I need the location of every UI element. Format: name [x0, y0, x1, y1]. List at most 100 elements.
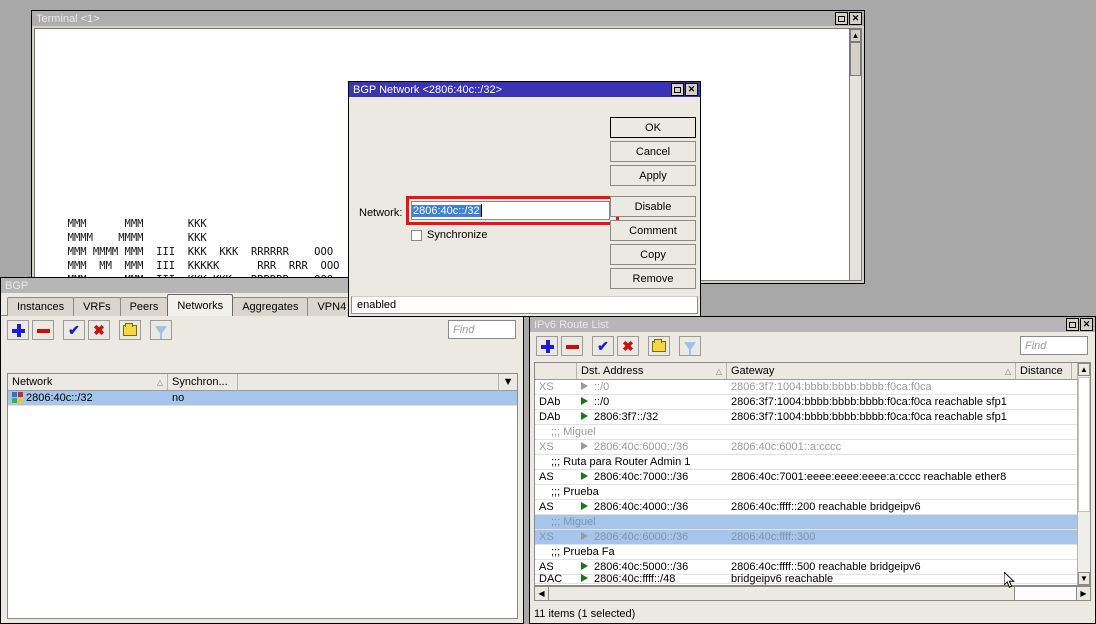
disable-button[interactable]: ✖	[88, 320, 110, 340]
table-row[interactable]: XS2806:40c:6000::/362806:40c:6001::a:ccc…	[535, 440, 1090, 455]
enable-button[interactable]: ✔	[63, 320, 85, 340]
table-row[interactable]: XS::/02806:3f7:1004:bbbb:bbbb:bbbb:f0ca:…	[535, 380, 1090, 395]
filter-button[interactable]	[150, 320, 172, 340]
disable-button[interactable]: Disable	[610, 196, 696, 217]
cross-icon: ✖	[93, 323, 105, 337]
routes-vertical-scrollbar[interactable]: ▲ ▼	[1077, 363, 1090, 585]
bgp-window[interactable]: BGP Instances VRFs Peers Networks Aggreg…	[0, 277, 524, 624]
routes-title: IPv6 Route List	[534, 319, 1066, 331]
network-field-highlight	[406, 196, 619, 225]
bgp-network-dialog[interactable]: BGP Network <2806:40c::/32> ✕ Network: 2…	[348, 81, 701, 317]
table-row[interactable]: AS2806:40c:7000::/362806:40c:7001:eeee:e…	[535, 470, 1090, 485]
comment-row[interactable]: ;;; Miguel	[535, 425, 1090, 440]
cell-gateway: 2806:40c:ffff::200 reachable bridgeipv6	[727, 501, 1034, 513]
tab-vrfs[interactable]: VRFs	[73, 297, 121, 316]
remove-button[interactable]	[32, 320, 54, 340]
sort-ascending-icon: △	[1005, 367, 1011, 376]
chevron-down-icon[interactable]: ▼	[499, 374, 517, 390]
comment-row[interactable]: ;;; Prueba	[535, 485, 1090, 500]
routes-titlebar[interactable]: IPv6 Route List ✕	[530, 317, 1095, 332]
table-row[interactable]: AS2806:40c:4000::/362806:40c:ffff::200 r…	[535, 500, 1090, 515]
column-header-gateway[interactable]: Gateway △	[727, 363, 1016, 379]
comment-row[interactable]: ;;; Prueba Fa	[535, 545, 1090, 560]
network-icon	[12, 392, 23, 403]
search-input[interactable]: Find	[448, 320, 516, 339]
scrollbar-track[interactable]	[1078, 377, 1090, 571]
close-icon[interactable]: ✕	[1080, 318, 1093, 331]
column-header-flags[interactable]	[535, 363, 577, 379]
cell-dst-address: 2806:40c:5000::/36	[577, 561, 727, 573]
table-row[interactable]: DAb::/02806:3f7:1004:bbbb:bbbb:bbbb:f0ca…	[535, 395, 1090, 410]
maximize-icon[interactable]	[835, 12, 848, 25]
cell-flags: XS	[535, 531, 577, 543]
filter-button[interactable]	[679, 336, 701, 356]
scrollbar-thumb[interactable]	[850, 42, 861, 76]
close-icon[interactable]: ✕	[849, 12, 862, 25]
scroll-up-icon[interactable]: ▲	[850, 29, 861, 42]
scroll-down-icon[interactable]: ▼	[1078, 572, 1090, 585]
apply-button[interactable]: Apply	[610, 165, 696, 186]
scroll-left-icon[interactable]: ◀	[535, 587, 549, 600]
maximize-icon[interactable]	[671, 83, 684, 96]
tab-networks[interactable]: Networks	[167, 294, 233, 316]
comment-row[interactable]: ;;; Miguel	[535, 515, 1090, 530]
scroll-up-icon[interactable]: ▲	[1078, 363, 1090, 376]
tab-peers[interactable]: Peers	[120, 297, 169, 316]
add-button[interactable]	[536, 336, 558, 356]
tab-instances[interactable]: Instances	[7, 297, 74, 316]
search-input[interactable]: Find	[1020, 336, 1088, 355]
route-active-arrow-icon	[581, 562, 588, 570]
cell-synchronize: no	[168, 392, 238, 404]
routes-table[interactable]: Dst. Address △ Gateway △ Distance ▼ XS::…	[534, 362, 1091, 586]
column-header-synchronize[interactable]: Synchron...	[168, 374, 238, 390]
comment-button[interactable]	[648, 336, 670, 356]
cancel-button[interactable]: Cancel	[610, 141, 696, 162]
terminal-titlebar[interactable]: Terminal <1> ✕	[32, 11, 864, 26]
table-row[interactable]: 2806:40c::/32 no	[8, 391, 517, 406]
comment-text: ;;; Prueba Fa	[535, 546, 619, 558]
column-header-distance[interactable]: Distance	[1016, 363, 1072, 379]
cell-flags: DAb	[535, 396, 577, 408]
route-active-arrow-icon	[581, 412, 588, 420]
synchronize-label: Synchronize	[427, 229, 488, 241]
comment-button[interactable]: Comment	[610, 220, 696, 241]
column-header-dst-address[interactable]: Dst. Address △	[577, 363, 727, 379]
terminal-window-controls: ✕	[835, 12, 862, 25]
remove-button[interactable]	[561, 336, 583, 356]
maximize-icon[interactable]	[1066, 318, 1079, 331]
scrollbar-thumb[interactable]	[549, 587, 1015, 600]
disable-button[interactable]: ✖	[617, 336, 639, 356]
terminal-scrollbar[interactable]: ▲	[849, 28, 862, 281]
column-header-network[interactable]: Network △	[8, 374, 168, 390]
close-icon[interactable]: ✕	[685, 83, 698, 96]
comment-button[interactable]	[119, 320, 141, 340]
copy-button[interactable]: Copy	[610, 244, 696, 265]
table-row[interactable]: XS2806:40c:6000::/362806:40c:ffff::300	[535, 530, 1090, 545]
scrollbar-track[interactable]	[1015, 587, 1076, 600]
folder-icon	[652, 341, 666, 352]
tab-aggregates[interactable]: Aggregates	[232, 297, 308, 316]
sort-ascending-icon: △	[716, 367, 722, 376]
cell-gateway: 2806:40c:7001:eeee:eeee:eeee:a:cccc reac…	[727, 471, 1034, 483]
synchronize-checkbox-row[interactable]: Synchronize	[411, 229, 488, 241]
table-row[interactable]: DAb2806:3f7::/322806:3f7:1004:bbbb:bbbb:…	[535, 410, 1090, 425]
bgp-networks-table[interactable]: Network △ Synchron... ▼ 2806:40c::/32 no	[7, 373, 518, 619]
bgp-toolbar: ✔ ✖ Find	[1, 316, 523, 344]
cell-gateway: 2806:40c:6001::a:cccc	[727, 441, 1034, 453]
cell-network: 2806:40c::/32	[8, 392, 168, 404]
check-icon: ✔	[597, 339, 609, 353]
remove-button[interactable]: Remove	[610, 268, 696, 289]
scroll-right-icon[interactable]: ▶	[1076, 587, 1090, 600]
cell-dst-address: ::/0	[577, 396, 727, 408]
ok-button[interactable]: OK	[610, 117, 696, 138]
routes-window-controls: ✕	[1066, 318, 1093, 331]
enable-button[interactable]: ✔	[592, 336, 614, 356]
comment-row[interactable]: ;;; Ruta para Router Admin 1	[535, 455, 1090, 470]
scrollbar-thumb[interactable]	[1078, 377, 1090, 512]
dialog-titlebar[interactable]: BGP Network <2806:40c::/32> ✕	[349, 82, 700, 97]
synchronize-checkbox[interactable]	[411, 230, 422, 241]
routes-row-container: XS::/02806:3f7:1004:bbbb:bbbb:bbbb:f0ca:…	[535, 380, 1090, 584]
add-button[interactable]	[7, 320, 29, 340]
dialog-title: BGP Network <2806:40c::/32>	[353, 84, 671, 96]
route-active-arrow-icon	[581, 442, 588, 450]
